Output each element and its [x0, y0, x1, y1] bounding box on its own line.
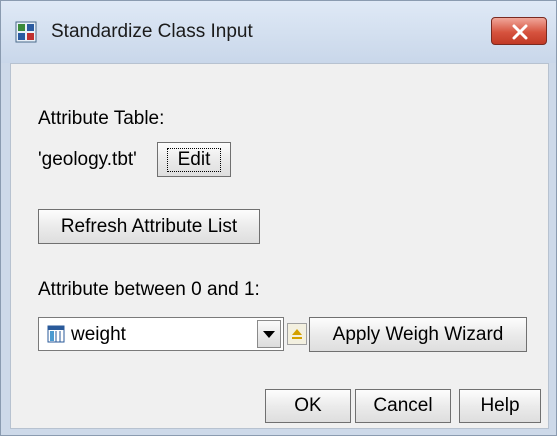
help-button-label: Help — [480, 395, 520, 416]
cancel-button-label: Cancel — [373, 395, 433, 416]
close-button[interactable] — [491, 17, 547, 45]
dialog-body: Attribute Table: 'geology.tbt' Edit Refr… — [10, 63, 549, 429]
ok-button[interactable]: OK — [265, 389, 351, 423]
close-x-icon — [512, 24, 528, 40]
grid-app-icon — [15, 21, 37, 43]
chevron-down-icon — [263, 331, 275, 338]
refresh-button-label: Refresh Attribute List — [60, 215, 238, 237]
browse-button[interactable] — [287, 323, 307, 345]
dialog-window: Standardize Class Input Attribute Table:… — [0, 0, 557, 436]
help-button[interactable]: Help — [459, 389, 541, 423]
attribute-select[interactable]: weight — [38, 317, 284, 351]
attribute-range-label: Attribute between 0 and 1: — [38, 279, 260, 300]
table-column-icon — [47, 325, 65, 348]
apply-button-label: Apply Weigh Wizard — [332, 323, 504, 345]
attribute-table-value: 'geology.tbt' — [38, 149, 137, 170]
window-title: Standardize Class Input — [51, 21, 253, 42]
attribute-table-label: Attribute Table: — [38, 108, 165, 129]
cancel-button[interactable]: Cancel — [355, 389, 451, 423]
title-bar[interactable]: Standardize Class Input — [1, 1, 556, 63]
up-arrow-icon — [292, 329, 302, 339]
apply-weigh-wizard-button[interactable]: Apply Weigh Wizard — [309, 317, 527, 352]
edit-button[interactable]: Edit — [157, 142, 231, 177]
ok-button-label: OK — [294, 395, 322, 416]
refresh-attribute-list-button[interactable]: Refresh Attribute List — [38, 209, 260, 244]
edit-button-label: Edit — [166, 147, 222, 172]
dropdown-button[interactable] — [257, 320, 281, 348]
attribute-selected-value: weight — [71, 324, 126, 345]
